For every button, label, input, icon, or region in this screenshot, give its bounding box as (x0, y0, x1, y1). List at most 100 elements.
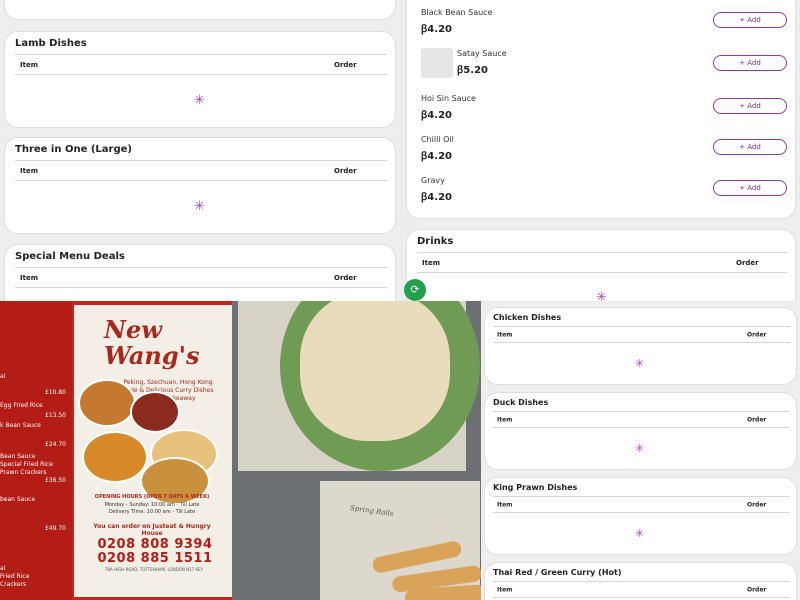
category-card-three-in-one[interactable]: Three in One (Large) Item Order ✳ (4, 137, 396, 234)
price-label: bean Sauce (0, 496, 36, 503)
price-label: al (0, 373, 6, 380)
floating-action-icon[interactable]: ⟳ (404, 279, 426, 301)
menu-item-price: ꞵ4.20 (421, 24, 452, 35)
add-label: Add (747, 59, 761, 67)
table-header: Item Order (15, 267, 387, 288)
price-label: Egg Fried Rice (0, 402, 43, 409)
table-header: Item Order (493, 411, 790, 428)
dish-photo (78, 379, 136, 427)
order-column-header: Order (747, 331, 767, 338)
plus-icon: + (739, 184, 746, 192)
dish-photo (130, 391, 180, 433)
loading-spinner-icon: ✳ (194, 199, 205, 214)
noodle-dish-image (300, 301, 450, 441)
previous-card-bottom (4, 0, 396, 20)
table-header: Item Order (493, 581, 790, 598)
menu-item-price: ꞵ4.20 (421, 192, 452, 203)
category-card-special-deals[interactable]: Special Menu Deals Item Order (4, 244, 396, 301)
menu-price-strip (0, 301, 72, 600)
category-title: Drinks (417, 236, 454, 247)
menu-item-name: Gravy (421, 176, 445, 185)
order-column-header: Order (747, 586, 767, 593)
split-screen: Lamb Dishes Item Order ✳ Three in One (L… (0, 0, 800, 600)
order-column-header: Order (334, 60, 357, 69)
item-column-header: Item (497, 331, 513, 338)
menu-item-name: Hoi Sin Sauce (421, 94, 476, 103)
category-card-lamb[interactable]: Lamb Dishes Item Order ✳ (4, 31, 396, 128)
menu-item-name: Black Bean Sauce (421, 8, 493, 17)
sauces-panel-top-right: Black Bean Sauce ꞵ4.20 + Add Satay Sauce… (402, 0, 800, 301)
price-label: Fried Rice (0, 573, 30, 580)
order-column-header: Order (334, 273, 357, 282)
item-column-header: Item (20, 60, 38, 69)
phone-number: 0208 885 1511 (97, 551, 213, 566)
category-card-king-prawn[interactable]: King Prawn Dishes Item Order ✳ (484, 477, 797, 555)
camera-photo-menu: al £10.80 Egg Fried Rice £13.50 k Bean S… (0, 301, 481, 600)
add-button[interactable]: + Add (713, 55, 787, 71)
item-image-placeholder (421, 48, 453, 78)
category-card-drinks[interactable]: Drinks Item Order ✳ (406, 229, 796, 301)
price-label: Special Fried Rice (0, 461, 53, 468)
price-label: al (0, 565, 6, 572)
item-column-header: Item (497, 586, 513, 593)
plus-icon: + (739, 59, 746, 67)
price-label: k Bean Sauce (0, 422, 41, 429)
restaurant-address: 78A HIGH ROAD, TOTTENHAM, LONDON N17 6EY (104, 567, 204, 572)
order-column-header: Order (747, 416, 767, 423)
item-column-header: Item (422, 258, 440, 267)
category-title: Three in One (Large) (15, 144, 132, 155)
order-column-header: Order (747, 501, 767, 508)
order-online-note: You can order on Justeat & Hungry House (93, 523, 211, 537)
table-header: Item Order (15, 54, 387, 75)
table-header: Item Order (417, 252, 787, 273)
opening-hours-line: Monday - Sunday: 10:00 am - Till Late (104, 502, 200, 508)
add-label: Add (747, 184, 761, 192)
category-title: Duck Dishes (493, 398, 549, 407)
menu-categories-panel-bottom-right: Chicken Dishes Item Order ✳ Duck Dishes … (481, 301, 800, 600)
price-label: Prawn Crackers (0, 469, 47, 476)
category-card-duck[interactable]: Duck Dishes Item Order ✳ (484, 392, 797, 470)
opening-hours-title: OPENING HOURS (OPEN 7 DAYS A WEEK) (94, 494, 210, 500)
loading-spinner-icon: ✳ (194, 93, 205, 108)
phone-number: 0208 808 9394 (97, 537, 213, 552)
add-button[interactable]: + Add (713, 12, 787, 28)
add-label: Add (747, 16, 761, 24)
menu-categories-panel-top-left: Lamb Dishes Item Order ✳ Three in One (L… (0, 0, 401, 301)
loading-spinner-icon: ✳ (635, 527, 645, 540)
plus-icon: + (739, 143, 746, 151)
item-column-header: Item (497, 416, 513, 423)
plus-icon: + (739, 16, 746, 24)
opening-hours-line: Delivery Time: 10:00 am - Till Late (108, 509, 196, 515)
menu-item-price: ꞵ4.20 (421, 110, 452, 121)
restaurant-logo: New Wang's (104, 315, 200, 370)
add-label: Add (747, 102, 761, 110)
table-header: Item Order (15, 160, 387, 181)
add-button[interactable]: + Add (713, 180, 787, 196)
category-title: Thai Red / Green Curry (Hot) (493, 568, 622, 577)
item-column-header: Item (20, 166, 38, 175)
category-title: Lamb Dishes (15, 38, 87, 49)
item-column-header: Item (497, 501, 513, 508)
menu-item-price: ꞵ5.20 (457, 65, 488, 76)
menu-item-price: ꞵ4.20 (421, 151, 452, 162)
loading-spinner-icon: ✳ (635, 442, 645, 455)
add-label: Add (747, 143, 761, 151)
order-column-header: Order (736, 258, 759, 267)
category-card-chicken[interactable]: Chicken Dishes Item Order ✳ (484, 307, 797, 385)
table-header: Item Order (493, 496, 790, 513)
item-column-header: Item (20, 273, 38, 282)
dish-photo (82, 431, 148, 483)
price-label: Crackers (0, 581, 27, 588)
table-header: Item Order (493, 326, 790, 343)
add-button[interactable]: + Add (713, 139, 787, 155)
menu-item-name: Chilli Oil (421, 135, 454, 144)
plus-icon: + (739, 102, 746, 110)
add-button[interactable]: + Add (713, 98, 787, 114)
category-title: Special Menu Deals (15, 251, 125, 262)
category-title: King Prawn Dishes (493, 483, 578, 492)
loading-spinner-icon: ✳ (596, 290, 607, 301)
sauces-card: Black Bean Sauce ꞵ4.20 + Add Satay Sauce… (406, 0, 796, 219)
category-title: Chicken Dishes (493, 313, 562, 322)
order-column-header: Order (334, 166, 357, 175)
category-card-thai-curry[interactable]: Thai Red / Green Curry (Hot) Item Order (484, 562, 797, 600)
